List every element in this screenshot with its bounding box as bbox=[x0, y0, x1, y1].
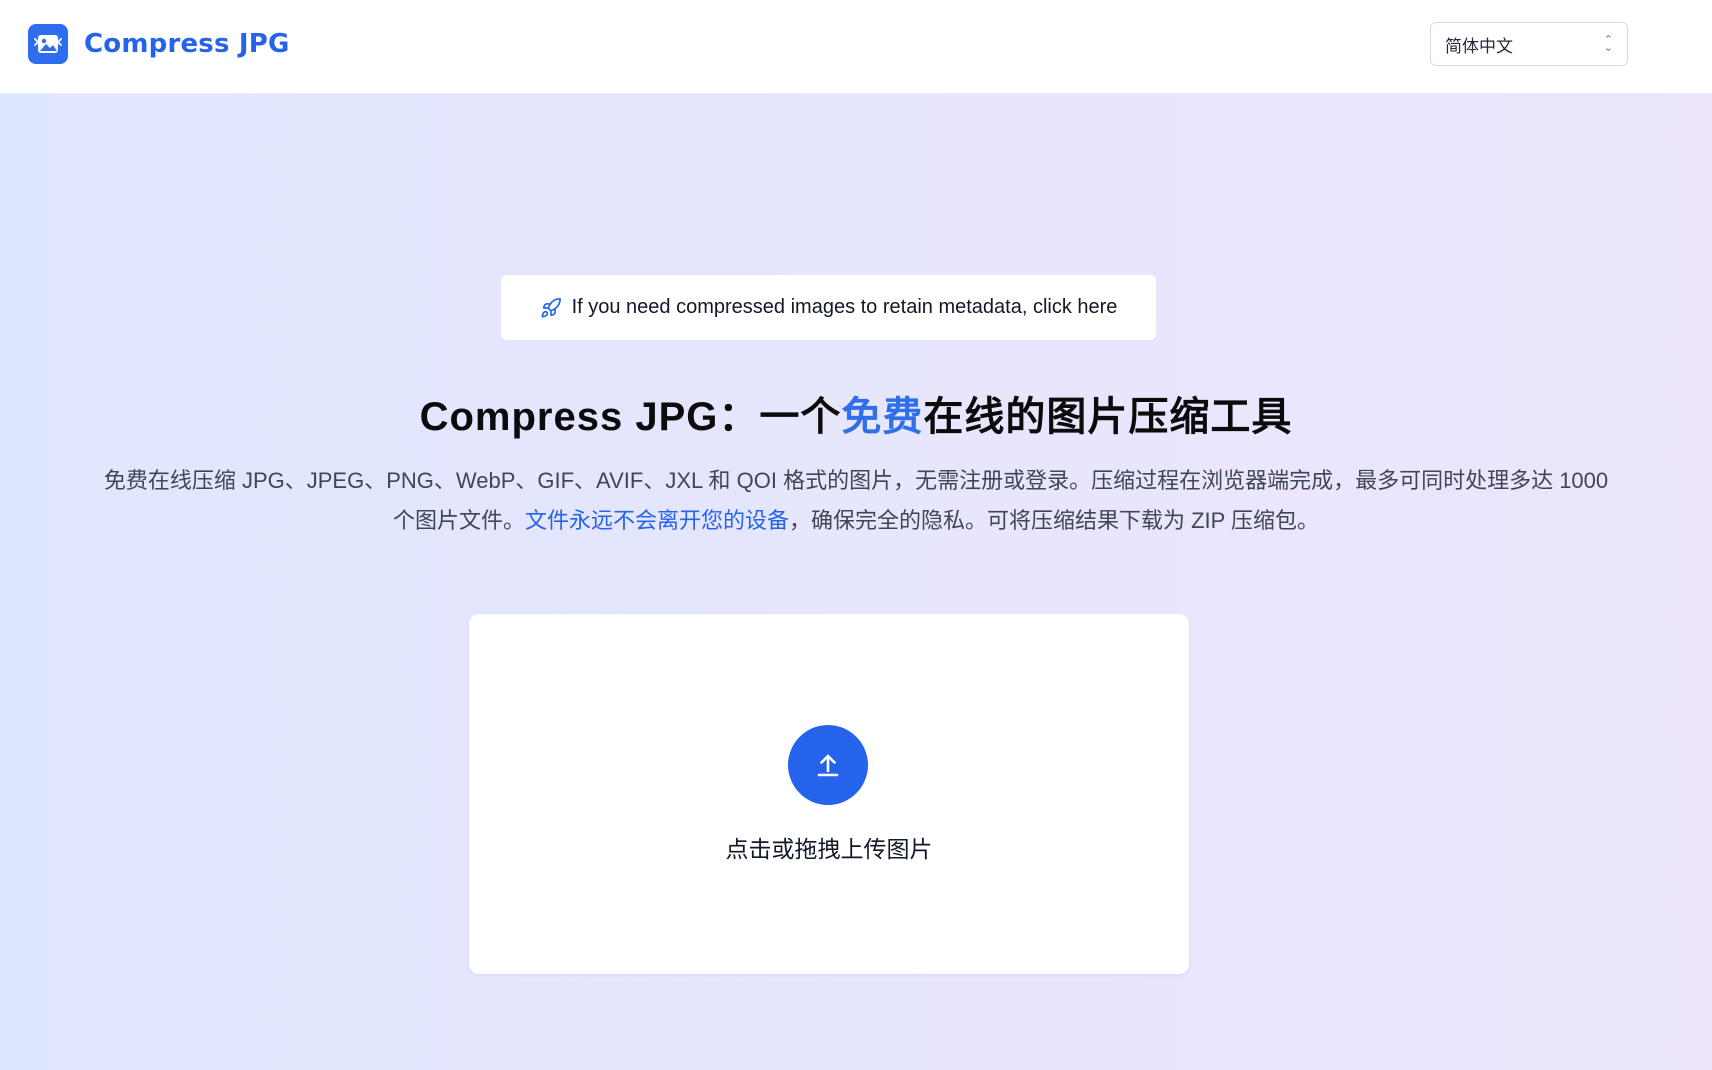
upload-button[interactable] bbox=[788, 725, 868, 805]
description-text-tail: ，确保完全的隐私。可将压缩结果下载为 ZIP 压缩包。 bbox=[788, 508, 1320, 533]
upload-dropzone[interactable]: 点击或拖拽上传图片 bbox=[469, 614, 1189, 974]
language-select-value: 简体中文 bbox=[1445, 36, 1513, 56]
image-compress-logo-icon bbox=[28, 24, 68, 64]
rocket-icon bbox=[540, 297, 562, 319]
title-suffix: 在线的图片压缩工具 bbox=[923, 395, 1293, 439]
title-prefix: Compress JPG：一个 bbox=[419, 395, 842, 439]
site-header: Compress JPG 简体中文 ⌃ ⌄ bbox=[0, 0, 1712, 94]
metadata-banner-text: If you need compressed images to retain … bbox=[571, 296, 1118, 318]
chevron-up-down-icon: ⌃ ⌄ bbox=[1603, 34, 1613, 54]
main-content: If you need compressed images to retain … bbox=[0, 94, 1712, 1070]
page-title: Compress JPG：一个免费在线的图片压缩工具 bbox=[0, 384, 1712, 442]
brand[interactable]: Compress JPG bbox=[28, 24, 290, 64]
upload-label: 点击或拖拽上传图片 bbox=[725, 836, 933, 862]
privacy-link[interactable]: 文件永远不会离开您的设备 bbox=[525, 508, 789, 533]
metadata-banner-link[interactable]: If you need compressed images to retain … bbox=[501, 275, 1156, 340]
title-highlight: 免费 bbox=[841, 395, 924, 439]
brand-name: Compress JPG bbox=[84, 29, 290, 59]
page-description: 免费在线压缩 JPG、JPEG、PNG、WebP、GIF、AVIF、JXL 和 … bbox=[96, 461, 1616, 541]
upload-arrow-icon bbox=[817, 754, 839, 777]
language-select[interactable]: 简体中文 ⌃ ⌄ bbox=[1430, 22, 1628, 66]
